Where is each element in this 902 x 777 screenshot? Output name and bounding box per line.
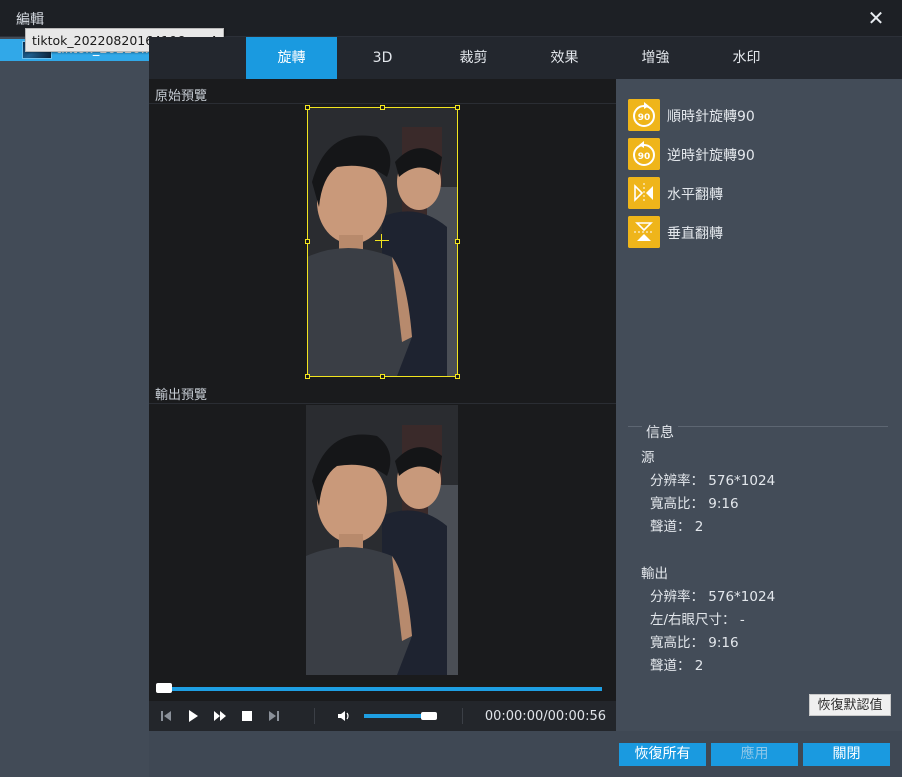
rotate-counterclockwise-label: 逆時針旋轉90 <box>667 148 755 164</box>
skip-end-icon[interactable] <box>267 709 281 723</box>
source-heading: 源 <box>641 450 655 466</box>
skip-start-icon[interactable] <box>159 709 173 723</box>
original-preview-label: 原始預覽 <box>155 89 208 104</box>
close-icon[interactable]: ✕ <box>864 6 888 30</box>
tab-3d[interactable]: 3D <box>337 37 428 79</box>
divider <box>314 708 315 724</box>
crop-handle[interactable] <box>305 374 310 379</box>
svg-text:90: 90 <box>638 113 651 123</box>
flip-horizontal-icon <box>628 177 660 209</box>
seek-handle[interactable] <box>156 683 172 693</box>
crop-handle[interactable] <box>380 374 385 379</box>
crop-handle[interactable] <box>305 239 310 244</box>
tab-effect[interactable]: 效果 <box>519 37 610 79</box>
output-aspect-ratio: 寬高比： 9:16 <box>650 635 739 651</box>
source-resolution: 分辨率： 576*1024 <box>650 473 776 489</box>
tab-rotate[interactable]: 旋轉 <box>246 37 337 79</box>
source-aspect-ratio: 寬高比： 9:16 <box>650 496 739 512</box>
volume-icon[interactable] <box>337 709 351 723</box>
reset-default-button[interactable]: 恢復默認值 <box>809 694 891 716</box>
fast-forward-icon[interactable] <box>213 709 227 723</box>
crop-handle[interactable] <box>455 239 460 244</box>
output-resolution: 分辨率： 576*1024 <box>650 589 776 605</box>
output-preview-label: 輸出預覽 <box>155 388 208 403</box>
edit-tabs: 旋轉 3D 裁剪 效果 增強 水印 <box>149 37 902 79</box>
play-icon[interactable] <box>186 709 200 723</box>
divider <box>149 403 616 404</box>
preview-area: 原始預覽 輸出預覽 00:00:00/00:00:56 <box>149 79 616 731</box>
reset-all-button[interactable]: 恢復所有 <box>619 743 706 766</box>
tab-crop[interactable]: 裁剪 <box>428 37 519 79</box>
flip-vertical-label: 垂直翻轉 <box>667 226 723 242</box>
divider <box>149 103 616 104</box>
svg-text:90: 90 <box>638 152 651 162</box>
tab-watermark[interactable]: 水印 <box>701 37 792 79</box>
close-button[interactable]: 關閉 <box>803 743 890 766</box>
crop-center-crosshair[interactable] <box>375 234 389 248</box>
output-channels: 聲道： 2 <box>650 658 704 674</box>
seek-bar[interactable] <box>157 687 602 691</box>
stop-icon[interactable] <box>240 709 254 723</box>
window-title: 編輯 <box>16 12 44 28</box>
bottom-action-bar: 恢復所有 應用 關閉 <box>149 731 902 777</box>
output-preview-image <box>306 405 458 675</box>
rotate-counterclockwise-icon: 90 <box>628 138 660 170</box>
source-channels: 聲道： 2 <box>650 519 704 535</box>
crop-handle[interactable] <box>305 105 310 110</box>
divider <box>462 708 463 724</box>
flip-horizontal-label: 水平翻轉 <box>667 187 723 203</box>
tab-enhance[interactable]: 增強 <box>610 37 701 79</box>
crop-handle[interactable] <box>380 105 385 110</box>
crop-handle[interactable] <box>455 105 460 110</box>
crop-handle[interactable] <box>455 374 460 379</box>
rotate-clockwise-label: 順時針旋轉90 <box>667 109 755 125</box>
apply-button[interactable]: 應用 <box>711 743 798 766</box>
playback-time: 00:00:00/00:00:56 <box>484 709 606 724</box>
output-eye-size: 左/右眼尺寸： - <box>650 612 745 628</box>
file-list-sidebar: tiktok_20220... <box>0 37 153 777</box>
rotate-clockwise-icon: 90 <box>628 99 660 131</box>
volume-handle[interactable] <box>421 712 437 720</box>
playback-controls: 00:00:00/00:00:56 <box>149 701 616 731</box>
flip-vertical-icon <box>628 216 660 248</box>
info-title: 信息 <box>642 422 678 442</box>
output-heading: 輸出 <box>641 566 668 582</box>
rotate-options-panel: 90 順時針旋轉90 90 逆時針旋轉90 水平翻轉 垂直翻轉 信息 源 分辨率… <box>616 79 902 731</box>
